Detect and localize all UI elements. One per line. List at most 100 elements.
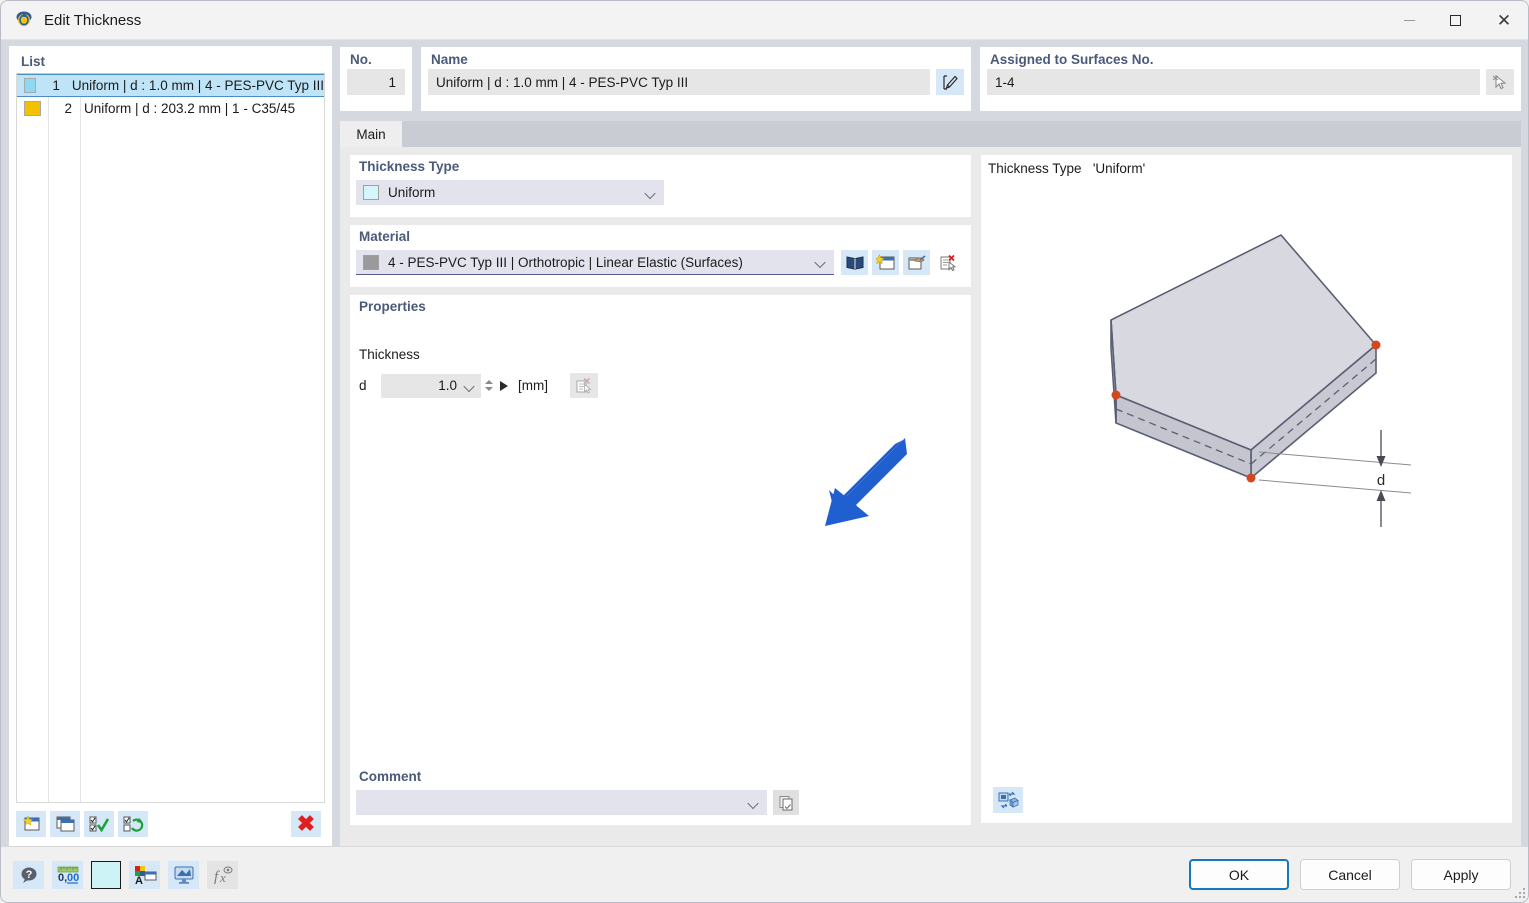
preview-caption: Thickness Type 'Uniform' — [988, 161, 1145, 176]
comment-label: Comment — [359, 769, 422, 784]
chevron-down-icon — [646, 188, 655, 197]
list-item-number: 1 — [52, 78, 60, 93]
chevron-down-icon — [465, 381, 474, 390]
thickness-type-group: Thickness Type Uniform — [350, 155, 670, 217]
thickness-list[interactable]: 1 Uniform | d : 1.0 mm | 4 - PES-PVC Typ… — [16, 73, 325, 803]
invert-selection-button[interactable] — [118, 811, 148, 837]
number-field-group: No. 1 — [340, 47, 412, 111]
name-label: Name — [431, 52, 468, 67]
red-x-icon: ✖ — [296, 811, 316, 836]
svg-text:00: 00 — [67, 872, 79, 884]
assigned-surfaces-input[interactable]: 1-4 — [987, 69, 1480, 95]
material-value: 4 - PES-PVC Typ III | Orthotropic | Line… — [388, 254, 743, 270]
pick-cursor-icon[interactable] — [1486, 69, 1514, 95]
properties-label: Properties — [359, 299, 426, 314]
empty-panel-comment-right — [804, 765, 971, 825]
comment-group: Comment — [350, 765, 805, 825]
window-controls: ✕ — [1386, 1, 1528, 40]
help-button[interactable]: ? — [13, 860, 44, 889]
new-thickness-button[interactable] — [16, 811, 46, 837]
assigned-surfaces-label: Assigned to Surfaces No. — [990, 52, 1154, 67]
cancel-button[interactable]: Cancel — [1300, 859, 1400, 890]
apply-arrow-icon[interactable] — [500, 380, 508, 391]
preview-dimension-label: d — [1377, 472, 1385, 489]
material-library-button[interactable] — [841, 250, 868, 275]
apply-button[interactable]: Apply — [1411, 859, 1511, 890]
decimal-places-button[interactable]: 0, 00 — [52, 860, 83, 889]
number-label: No. — [350, 52, 372, 67]
spinner-down-icon — [485, 387, 493, 391]
preview-settings-icon[interactable] — [993, 787, 1023, 813]
list-item-color-swatch — [24, 78, 37, 93]
list-title: List — [21, 54, 46, 69]
thickness-subgroup-label: Thickness — [359, 347, 420, 362]
edit-pencil-icon[interactable] — [936, 69, 964, 95]
list-item-label: Uniform | d : 203.2 mm | 1 - C35/45 — [84, 101, 296, 116]
display-properties-button[interactable]: A — [129, 860, 160, 889]
edit-material-button[interactable] — [903, 250, 930, 275]
svg-text:0,: 0, — [58, 872, 67, 884]
maximize-icon[interactable] — [1432, 1, 1478, 40]
close-icon[interactable]: ✕ — [1478, 1, 1528, 40]
ok-button[interactable]: OK — [1189, 859, 1289, 890]
dialog-buttons: OK Cancel Apply — [1178, 859, 1511, 890]
thickness-stepper[interactable] — [483, 374, 495, 398]
assigned-surfaces-group: Assigned to Surfaces No. 1-4 — [980, 47, 1521, 111]
material-label: Material — [359, 229, 411, 244]
color-swatch-button[interactable] — [91, 860, 121, 889]
list-item-color-swatch — [24, 101, 41, 116]
material-swatch — [363, 254, 379, 270]
name-field-group: Name Uniform | d : 1.0 mm | 4 - PES-PVC … — [421, 47, 971, 111]
list-toolbar: ✖ — [16, 807, 325, 841]
thickness-symbol: d — [359, 378, 367, 393]
preview-caption-value: 'Uniform' — [1092, 161, 1146, 176]
empty-panel-top-right — [669, 155, 971, 217]
spinner-up-icon — [485, 380, 493, 384]
empty-panel-bottom-mid — [664, 687, 971, 753]
thickness-type-value: Uniform — [388, 185, 436, 200]
svg-text:A: A — [135, 875, 143, 885]
thickness-type-select[interactable]: Uniform — [356, 180, 664, 205]
list-panel: List 1 Uniform | d : 1.0 mm | 4 - PES-PV… — [10, 47, 331, 846]
copy-thickness-button[interactable] — [50, 811, 80, 837]
material-select[interactable]: 4 - PES-PVC Typ III | Orthotropic | Line… — [356, 250, 834, 275]
tab-strip: Main — [340, 121, 1521, 147]
empty-panel-bottom-left — [350, 687, 665, 753]
resize-grip[interactable] — [1514, 887, 1526, 899]
status-toolbar: ? 0, 00 A f x — [13, 860, 246, 889]
main-content: Thickness Type Uniform Material 4 - PES-… — [340, 147, 1521, 846]
window-title: Edit Thickness — [44, 11, 142, 29]
chevron-down-icon — [816, 258, 825, 267]
material-toolbar — [841, 250, 965, 275]
render-view-button[interactable] — [168, 860, 199, 889]
thickness-input-row: d 1.0 [mm] — [359, 373, 598, 398]
delete-thickness-button[interactable]: ✖ — [291, 811, 321, 837]
preview-panel: Thickness Type 'Uniform' d — [981, 155, 1512, 823]
thickness-value: 1.0 — [438, 378, 457, 393]
delete-material-button[interactable] — [934, 250, 961, 275]
copy-comment-icon[interactable] — [773, 790, 799, 815]
thickness-type-label: Thickness Type — [359, 159, 460, 174]
minimize-icon[interactable] — [1386, 1, 1432, 40]
list-item-label: Uniform | d : 1.0 mm | 4 - PES-PVC Typ I… — [71, 78, 324, 93]
thickness-type-swatch — [363, 185, 379, 200]
thickness-app-icon — [13, 9, 35, 31]
list-item[interactable]: 2 Uniform | d : 203.2 mm | 1 - C35/45 — [17, 97, 324, 120]
formula-button[interactable]: f x — [207, 860, 238, 889]
new-material-button[interactable] — [872, 250, 899, 275]
number-input[interactable]: 1 — [347, 69, 405, 95]
status-bar: ? 0, 00 A f x OK Cancel Apply — [1, 846, 1528, 902]
edit-thickness-window: Edit Thickness ✕ List 1 Uniform | d : 1.… — [0, 0, 1529, 903]
name-input[interactable]: Uniform | d : 1.0 mm | 4 - PES-PVC Typ I… — [428, 69, 930, 95]
thickness-preview-graphic: d — [1110, 234, 1412, 527]
material-group: Material 4 - PES-PVC Typ III | Orthotrop… — [350, 225, 971, 287]
list-item[interactable]: 1 Uniform | d : 1.0 mm | 4 - PES-PVC Typ… — [17, 74, 324, 97]
svg-text:?: ? — [25, 869, 32, 881]
title-bar: Edit Thickness ✕ — [1, 1, 1528, 40]
comment-select[interactable] — [356, 790, 767, 815]
select-all-button[interactable] — [84, 811, 114, 837]
clear-value-icon[interactable] — [570, 373, 598, 398]
tab-main[interactable]: Main — [340, 121, 402, 147]
thickness-value-field[interactable]: 1.0 — [381, 373, 481, 398]
chevron-down-icon — [749, 798, 758, 807]
